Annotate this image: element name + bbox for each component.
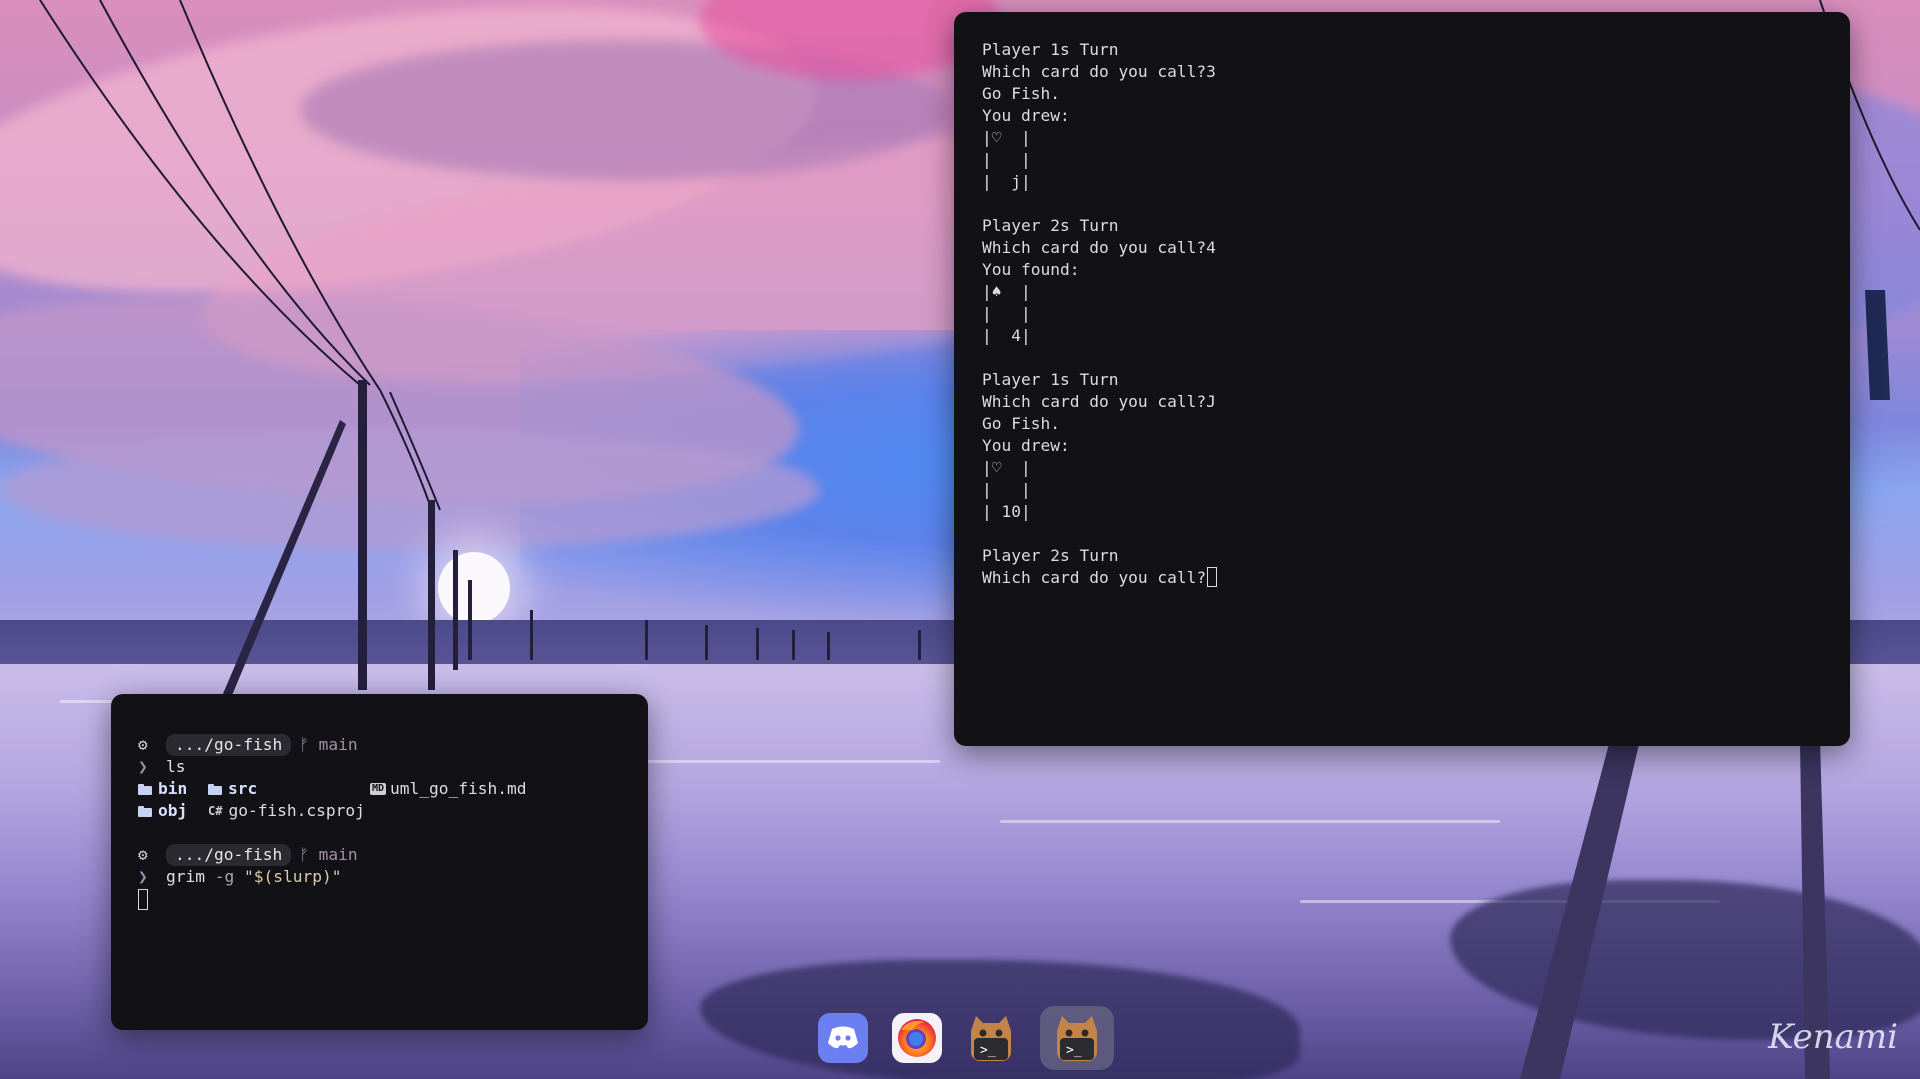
terminal-line-text: Which card do you call? xyxy=(982,568,1207,587)
folder-icon xyxy=(138,783,152,795)
terminal-line: You found: xyxy=(982,260,1080,279)
dock-discord-button[interactable] xyxy=(818,1013,868,1063)
terminal-output: Player 1s Turn Which card do you call?3 Go… xyxy=(982,39,1218,589)
firefox-icon xyxy=(898,1019,936,1057)
kitty-glyph: >_ xyxy=(1066,1043,1082,1058)
directory-bin: bin xyxy=(138,778,208,800)
folder-icon xyxy=(208,783,222,795)
ls-output-row: obj C# go-fish.csproj xyxy=(138,800,527,822)
prompt-path: .../go-fish xyxy=(166,844,292,866)
prompt-line: ⚙ .../go-fish ᚠ main xyxy=(138,844,527,866)
command-line: ❯ ls xyxy=(138,756,527,778)
terminal-line: |♡ | xyxy=(982,128,1031,147)
file-name: uml_go_fish.md xyxy=(390,779,527,798)
terminal-line: Which card do you call?4 xyxy=(982,238,1216,257)
command-name: grim xyxy=(166,867,205,886)
input-line[interactable] xyxy=(138,888,527,910)
terminal-window-game[interactable]: Player 1s Turn Which card do you call?3 Go… xyxy=(954,12,1850,746)
terminal-line: Player 2s Turn xyxy=(982,546,1119,565)
file-name: go-fish.csproj xyxy=(228,801,365,820)
kitty-terminal-icon: >_ xyxy=(1057,1016,1097,1061)
directory-name: src xyxy=(228,779,258,798)
kitty-terminal-icon: >_ xyxy=(971,1016,1011,1061)
text-cursor[interactable] xyxy=(138,888,148,910)
command-text: ls xyxy=(166,757,186,776)
kitty-glyph: >_ xyxy=(980,1043,996,1058)
markdown-icon: MD xyxy=(370,783,387,795)
csharp-icon: C# xyxy=(208,804,223,818)
terminal-line: | 10| xyxy=(982,502,1031,521)
git-branch: main xyxy=(318,735,358,754)
directory-obj: obj xyxy=(138,800,208,822)
terminal-line: | j| xyxy=(982,172,1031,191)
terminal-line: You drew: xyxy=(982,106,1070,125)
terminal-window-shell[interactable]: ⚙ .../go-fish ᚠ main ❯ ls bin src MD uml_… xyxy=(111,694,648,1030)
artist-signature: Kenami xyxy=(1768,1017,1898,1057)
terminal-line: | | xyxy=(982,304,1031,323)
gear-icon: ⚙ xyxy=(138,845,148,864)
terminal-line: Go Fish. xyxy=(982,414,1060,433)
terminal-line: | | xyxy=(982,480,1031,499)
terminal-line: Which card do you call?J xyxy=(982,392,1216,411)
terminal-line: | 4| xyxy=(982,326,1031,345)
prompt-line: ⚙ .../go-fish ᚠ main xyxy=(138,734,527,756)
git-branch-icon: ᚠ xyxy=(299,735,309,754)
dock-kitty-button[interactable]: >_ xyxy=(966,1013,1016,1063)
terminal-line: Player 2s Turn xyxy=(982,216,1119,235)
directory-src: src xyxy=(208,778,370,800)
prompt-chevron: ❯ xyxy=(138,757,148,776)
directory-name: obj xyxy=(158,801,188,820)
terminal-line: Player 1s Turn xyxy=(982,40,1119,59)
terminal-line: Go Fish. xyxy=(982,84,1060,103)
terminal-line: |♡ | xyxy=(982,458,1031,477)
prompt-chevron: ❯ xyxy=(138,867,148,886)
command-line: ❯ grim -g "$(slurp)" xyxy=(138,866,527,888)
command-flag: -g xyxy=(214,867,235,886)
file-csproj: C# go-fish.csproj xyxy=(208,800,365,822)
terminal-line: Which card do you call?3 xyxy=(982,62,1216,81)
directory-name: bin xyxy=(158,779,188,798)
prompt-path: .../go-fish xyxy=(166,734,292,756)
terminal-line: You drew: xyxy=(982,436,1070,455)
discord-icon xyxy=(828,1026,858,1049)
terminal-line: |♠ | xyxy=(982,282,1031,301)
dock-kitty-active-button[interactable]: >_ xyxy=(1040,1006,1114,1070)
folder-icon xyxy=(138,805,152,817)
terminal-line: | | xyxy=(982,150,1031,169)
dock-firefox-button[interactable] xyxy=(892,1013,942,1063)
terminal-line: Player 1s Turn xyxy=(982,370,1119,389)
gear-icon: ⚙ xyxy=(138,735,148,754)
git-branch-icon: ᚠ xyxy=(299,845,309,864)
dock: >_ >_ xyxy=(818,1006,1114,1070)
file-uml: MD uml_go_fish.md xyxy=(370,778,527,800)
terminal-line: Which card do you call? xyxy=(982,567,1218,589)
text-cursor[interactable] xyxy=(1207,567,1218,587)
command-argument: "$(slurp)" xyxy=(243,867,342,886)
ls-output-row: bin src MD uml_go_fish.md xyxy=(138,778,527,800)
shell-output: ⚙ .../go-fish ᚠ main ❯ ls bin src MD uml_… xyxy=(138,734,527,910)
git-branch: main xyxy=(318,845,358,864)
